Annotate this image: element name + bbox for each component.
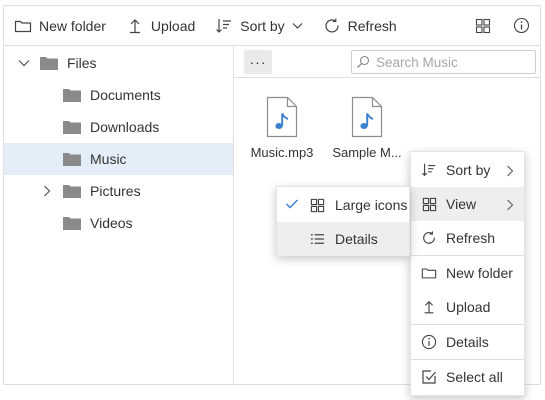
nav-item-files[interactable]: Files [4, 47, 233, 79]
nav-item-label: Documents [90, 87, 161, 103]
search-box[interactable] [351, 50, 536, 74]
sort-icon [421, 162, 437, 178]
folder-icon [63, 120, 81, 134]
menu-item-label: Select all [446, 369, 503, 385]
menu-item-label: View [446, 196, 477, 212]
context-menu-select-all[interactable]: Select all [411, 360, 524, 394]
nav-item-label: Pictures [90, 183, 141, 199]
more-button[interactable]: ··· [244, 50, 272, 74]
folder-outline-icon [421, 265, 437, 281]
checkmark-icon [285, 197, 301, 213]
search-input[interactable] [374, 53, 534, 71]
nav-item-videos[interactable]: Videos [4, 207, 233, 239]
refresh-icon [323, 17, 341, 35]
upload-label: Upload [150, 17, 196, 34]
breadcrumb-bar: ··· [234, 46, 540, 78]
nav-item-music[interactable]: Music [4, 143, 233, 175]
chevron-down-icon [292, 22, 303, 30]
menu-item-label: Upload [446, 299, 491, 315]
chevron-down-icon[interactable] [17, 56, 31, 70]
select-all-icon [421, 369, 437, 385]
info-icon [513, 17, 530, 34]
navigation-pane: Files Documents Downloads Music Pictures… [4, 46, 234, 384]
context-menu-new-folder[interactable]: New folder [411, 256, 524, 290]
menu-item-label: Large icons [335, 197, 408, 213]
details-info-button[interactable] [502, 6, 540, 46]
folder-outline-icon [14, 17, 32, 35]
nav-item-label: Files [67, 55, 97, 71]
menu-item-label: New folder [446, 265, 513, 281]
view-toggle-button[interactable] [464, 6, 502, 46]
chevron-right-icon[interactable] [40, 184, 54, 198]
toolbar: New folder Upload Sort by Refresh [4, 6, 540, 46]
upload-button[interactable]: Upload [116, 6, 205, 46]
nav-item-label: Music [90, 151, 127, 167]
info-icon [421, 334, 437, 350]
sort-by-button[interactable]: Sort by [205, 6, 312, 46]
chevron-right-icon [506, 198, 516, 211]
submenu-large-icons[interactable]: Large icons [277, 188, 409, 222]
refresh-button[interactable]: Refresh [313, 6, 407, 46]
new-folder-button[interactable]: New folder [4, 6, 116, 46]
context-menu-refresh[interactable]: Refresh [411, 221, 524, 255]
sort-icon [215, 17, 233, 35]
nav-item-documents[interactable]: Documents [4, 79, 233, 111]
music-file-icon [327, 96, 407, 138]
music-file-icon [242, 96, 322, 138]
menu-item-label: Sort by [446, 162, 491, 178]
nav-item-label: Videos [90, 215, 133, 231]
folder-icon [63, 216, 81, 230]
folder-icon [63, 88, 81, 102]
submenu-details[interactable]: Details [277, 222, 409, 256]
file-item[interactable]: Music.mp3 [242, 96, 322, 160]
context-menu-details[interactable]: Details [411, 325, 524, 359]
file-item[interactable]: Sample M... [327, 96, 407, 160]
refresh-label: Refresh [347, 17, 397, 34]
grid-icon [309, 197, 325, 213]
upload-icon [126, 17, 144, 35]
folder-icon [63, 152, 81, 166]
upload-icon [421, 299, 437, 315]
folder-icon [63, 184, 81, 198]
folder-icon [40, 56, 58, 70]
nav-item-pictures[interactable]: Pictures [4, 175, 233, 207]
context-menu-upload[interactable]: Upload [411, 290, 524, 324]
file-name: Music.mp3 [250, 145, 314, 160]
file-name: Sample M... [332, 145, 402, 160]
context-menu-sort-by[interactable]: Sort by [411, 153, 524, 187]
sort-by-label: Sort by [240, 17, 285, 34]
menu-item-label: Details [335, 231, 378, 247]
menu-item-label: Details [446, 334, 489, 350]
grid-icon [421, 196, 437, 212]
context-menu: Sort by View Refresh New folder Upload D… [410, 151, 525, 396]
chevron-right-icon [506, 164, 516, 177]
list-icon [309, 231, 325, 247]
refresh-icon [421, 230, 437, 246]
large-icons-view-icon [475, 18, 491, 34]
nav-item-downloads[interactable]: Downloads [4, 111, 233, 143]
nav-item-label: Downloads [90, 119, 160, 135]
context-menu-view[interactable]: View [411, 187, 524, 221]
search-icon [356, 55, 370, 69]
menu-item-label: Refresh [446, 230, 496, 246]
view-submenu: Large icons Details [276, 186, 410, 256]
new-folder-label: New folder [39, 17, 106, 34]
